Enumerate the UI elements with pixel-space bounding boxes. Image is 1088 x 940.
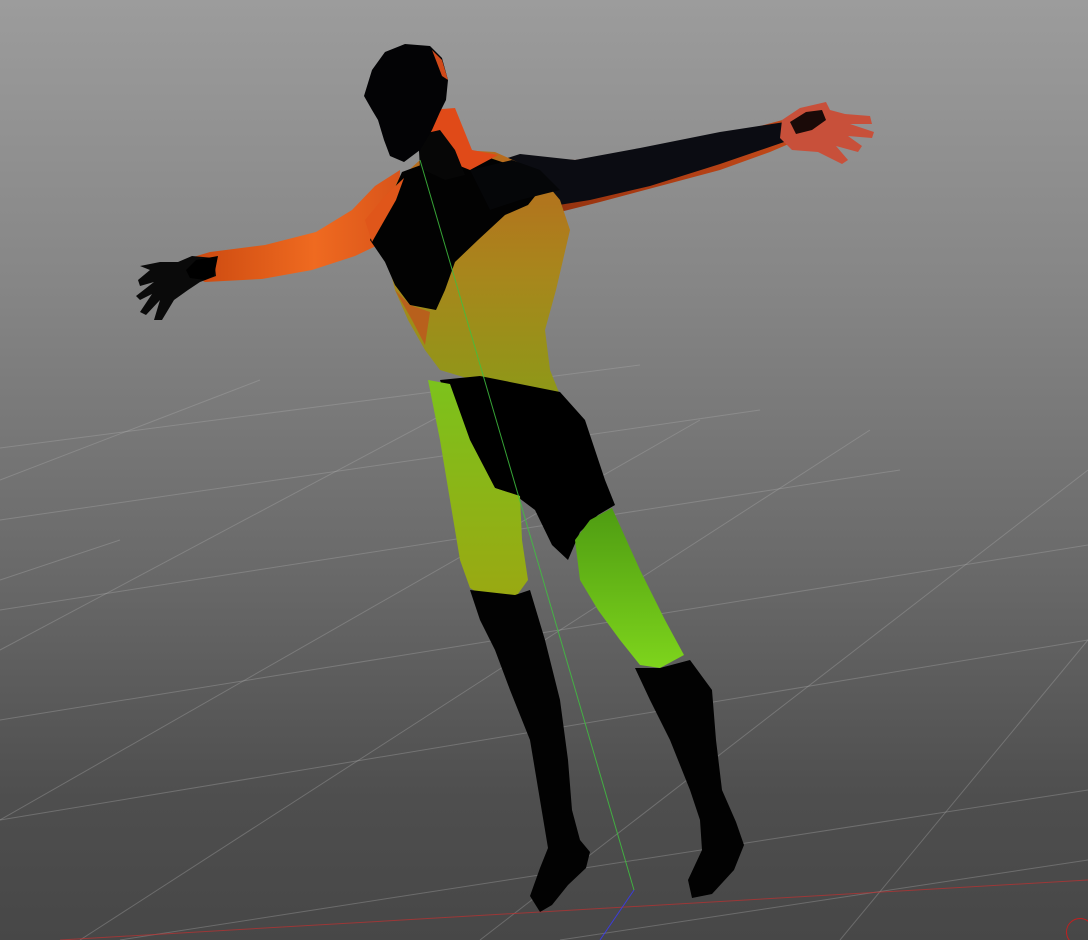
- z-axis-line: [599, 889, 635, 940]
- view-orientation-gizmo[interactable]: [1066, 918, 1088, 940]
- right-lower-leg: [635, 660, 744, 898]
- 3d-viewport[interactable]: [0, 0, 1088, 940]
- left-arm: [136, 170, 400, 320]
- torso: [365, 150, 570, 395]
- right-thigh: [575, 508, 684, 668]
- left-lower-leg: [470, 590, 590, 912]
- head: [364, 44, 498, 180]
- x-axis-line: [59, 879, 1088, 940]
- viewport-scene: [0, 44, 1088, 940]
